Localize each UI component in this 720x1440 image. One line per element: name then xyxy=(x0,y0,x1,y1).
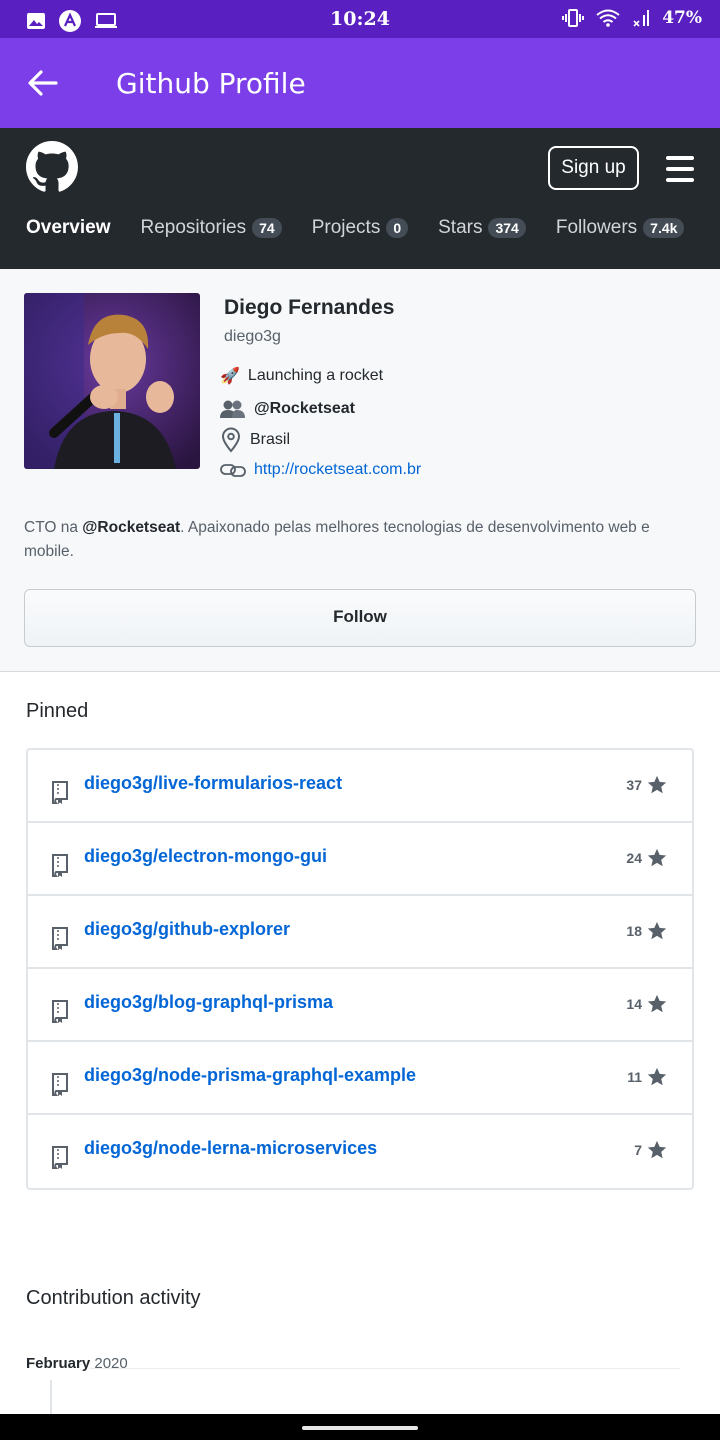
profile-location: Brasil xyxy=(220,427,290,453)
repo-name[interactable]: diego3g/live-formularios-react xyxy=(84,773,342,794)
tab-label: Followers xyxy=(555,217,638,238)
repo-name[interactable]: diego3g/blog-graphql-prisma xyxy=(84,992,333,1013)
bio-prefix: CTO na xyxy=(24,519,83,536)
pinned-repo[interactable]: diego3g/blog-graphql-prisma 14 xyxy=(28,969,692,1042)
tab-stars[interactable]: Stars 374 xyxy=(438,217,526,239)
pinned-list: diego3g/live-formularios-react 37 diego3g/… xyxy=(26,748,694,1190)
star-icon xyxy=(647,994,667,1013)
repo-name[interactable]: diego3g/node-prisma-graphql-example xyxy=(84,1065,416,1086)
star-icon xyxy=(647,921,667,940)
profile-name: Diego Fernandes xyxy=(224,296,395,319)
star-count: 24 xyxy=(626,850,642,866)
profile-username: diego3g xyxy=(224,328,281,345)
divider xyxy=(90,1368,680,1369)
avatar xyxy=(24,293,200,469)
contribution-title: Contribution activity xyxy=(26,1287,201,1309)
repo-book-icon xyxy=(52,781,68,804)
tab-label: Overview xyxy=(26,217,111,238)
rocket-icon: 🚀 xyxy=(220,368,240,385)
repo-name[interactable]: diego3g/github-explorer xyxy=(84,919,290,940)
location-text: Brasil xyxy=(250,431,291,448)
star-icon xyxy=(647,775,667,794)
contribution-month: February 2020 xyxy=(26,1355,128,1372)
profile-status: 🚀 Launching a rocket xyxy=(220,366,383,386)
tab-counter: 374 xyxy=(488,218,526,238)
pinned-repo[interactable]: diego3g/node-prisma-graphql-example 11 xyxy=(28,1042,692,1115)
repo-name[interactable]: diego3g/node-lerna-microservices xyxy=(84,1138,377,1159)
status-bar: 10:24 47% xyxy=(0,0,720,38)
star-icon xyxy=(647,848,667,867)
profile-card: Diego Fernandes diego3g 🚀 Launching a ro… xyxy=(0,269,720,672)
bio-org-mention[interactable]: @Rocketseat xyxy=(82,519,180,536)
website-link[interactable]: http://rocketseat.com.br xyxy=(254,461,421,479)
cell-signal-icon xyxy=(633,10,650,27)
star-icon xyxy=(647,1067,667,1086)
repo-name[interactable]: diego3g/electron-mongo-gui xyxy=(84,846,327,867)
repo-book-icon xyxy=(52,854,68,877)
star-count: 18 xyxy=(626,923,642,939)
status-text: Launching a rocket xyxy=(247,367,384,384)
battery-level: 47% xyxy=(662,8,702,28)
github-logo-icon[interactable] xyxy=(26,141,78,193)
tab-label: Projects xyxy=(311,217,381,238)
people-icon xyxy=(220,400,245,418)
home-gesture-handle[interactable] xyxy=(302,1426,418,1430)
repo-book-icon xyxy=(52,1000,68,1023)
repo-book-icon xyxy=(52,927,68,950)
tab-followers[interactable]: Followers 7.4k xyxy=(556,217,685,239)
organization-name: @Rocketseat xyxy=(254,400,355,417)
tab-label: Stars xyxy=(438,217,483,238)
repo-stars: 37 xyxy=(626,774,668,796)
star-count: 14 xyxy=(626,996,642,1012)
repo-stars: 18 xyxy=(626,920,668,942)
star-count: 7 xyxy=(634,1142,642,1158)
star-count: 37 xyxy=(626,777,642,793)
menu-icon[interactable] xyxy=(666,156,694,182)
repo-stars: 14 xyxy=(626,993,668,1015)
status-bar-system: 47% xyxy=(562,8,702,28)
month-label: February xyxy=(26,1355,91,1372)
repo-stars: 11 xyxy=(627,1066,668,1088)
app-bar: Github Profile xyxy=(0,38,720,128)
year-label: 2020 xyxy=(94,1355,128,1372)
pinned-repo[interactable]: diego3g/live-formularios-react 37 xyxy=(28,750,692,823)
pinned-repo[interactable]: diego3g/github-explorer 18 xyxy=(28,896,692,969)
tab-counter: 0 xyxy=(386,218,409,238)
vibrate-icon xyxy=(562,9,585,27)
tab-projects[interactable]: Projects 0 xyxy=(311,217,409,239)
follow-button[interactable]: Follow xyxy=(24,589,696,647)
tab-counter: 74 xyxy=(252,218,282,238)
pinned-repo[interactable]: diego3g/electron-mongo-gui 24 xyxy=(28,823,692,896)
profile-bio: CTO na @Rocketseat. Apaixonado pelas mel… xyxy=(24,516,696,564)
tab-counter: 7.4k xyxy=(643,218,685,238)
tab-overview[interactable]: Overview xyxy=(26,217,111,239)
system-nav-bar xyxy=(0,1414,720,1440)
profile-organization[interactable]: @Rocketseat xyxy=(220,399,355,419)
sign-up-button[interactable]: Sign up xyxy=(548,146,639,190)
star-count: 11 xyxy=(627,1069,642,1085)
tab-repositories[interactable]: Repositories 74 xyxy=(141,217,282,239)
github-header: Sign up Overview Repositories 74 Projects… xyxy=(0,128,720,269)
tab-label: Repositories xyxy=(140,217,247,238)
timeline-line xyxy=(50,1380,52,1414)
star-icon xyxy=(647,1140,667,1159)
pinned-repo[interactable]: diego3g/node-lerna-microservices 7 xyxy=(28,1115,692,1188)
repo-stars: 7 xyxy=(634,1139,668,1161)
profile-tabs: Overview Repositories 74 Projects 0 Stars 3… xyxy=(26,217,714,239)
pinned-title: Pinned xyxy=(26,700,89,722)
repo-book-icon xyxy=(52,1146,68,1169)
app-bar-title: Github Profile xyxy=(116,67,306,100)
profile-website[interactable]: http://rocketseat.com.br xyxy=(220,461,421,479)
link-icon xyxy=(220,464,246,477)
repo-stars: 24 xyxy=(626,847,668,869)
location-pin-icon xyxy=(221,427,241,453)
back-arrow-icon[interactable] xyxy=(26,66,60,100)
wifi-icon xyxy=(596,9,620,27)
repo-book-icon xyxy=(52,1073,68,1096)
